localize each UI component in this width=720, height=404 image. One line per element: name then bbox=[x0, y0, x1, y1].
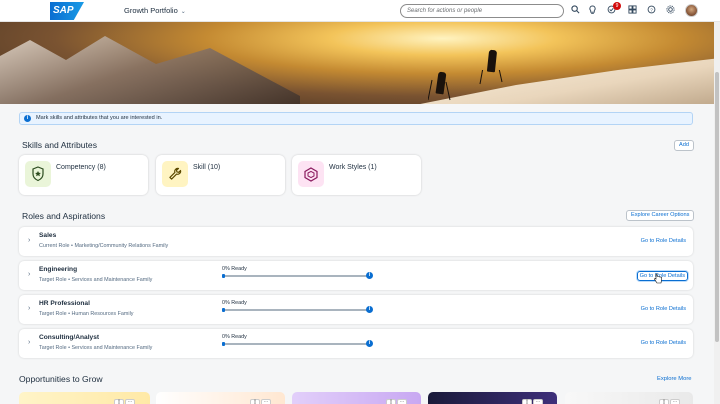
skill-tile[interactable]: Skill (10) bbox=[156, 155, 285, 195]
role-name: Sales bbox=[39, 232, 57, 239]
role-name: Engineering bbox=[39, 266, 78, 273]
page-scrollbar[interactable] bbox=[714, 22, 720, 404]
help-icon[interactable]: ? bbox=[645, 5, 657, 17]
role-subtitle: Target Role • Services and Maintenance F… bbox=[39, 277, 153, 283]
role-name: HR Professional bbox=[39, 300, 90, 307]
info-icon[interactable]: i bbox=[366, 306, 373, 313]
readiness-label: 0% Ready bbox=[222, 266, 247, 272]
role-row-consulting-analyst[interactable]: › Consulting/Analyst Target Role • Servi… bbox=[19, 329, 693, 358]
info-icon: i bbox=[24, 115, 31, 122]
role-subtitle: Target Role • Human Resources Family bbox=[39, 311, 134, 317]
competency-icon-box bbox=[25, 161, 51, 187]
shell-bar: SAP Growth Portfolio ⌄ Search for actions… bbox=[0, 0, 720, 22]
settings-icon[interactable] bbox=[664, 5, 676, 17]
role-row-engineering[interactable]: › Engineering Target Role • Services and… bbox=[19, 261, 693, 290]
more-icon[interactable]: ··· bbox=[125, 399, 135, 404]
apps-icon[interactable] bbox=[626, 5, 638, 17]
work-styles-tile[interactable]: Work Styles (1) bbox=[292, 155, 421, 195]
info-icon[interactable]: i bbox=[366, 272, 373, 279]
scrollbar-thumb[interactable] bbox=[715, 72, 719, 342]
opportunity-card-actions: ▯ ··· bbox=[386, 398, 410, 404]
skill-icon-box bbox=[162, 161, 188, 187]
app-title-menu[interactable]: Growth Portfolio ⌄ bbox=[124, 6, 186, 15]
bookmark-icon[interactable]: ▯ bbox=[386, 399, 396, 404]
readiness-progress-bar bbox=[222, 274, 368, 278]
opportunity-card-actions: ▯ ··· bbox=[250, 398, 274, 404]
explore-more-link[interactable]: Explore More bbox=[657, 376, 691, 382]
progress-fill bbox=[222, 274, 225, 278]
more-icon[interactable]: ··· bbox=[397, 399, 407, 404]
skills-section-title: Skills and Attributes bbox=[22, 140, 97, 150]
hero-banner-image bbox=[0, 22, 714, 104]
shield-star-icon bbox=[32, 166, 44, 182]
chevron-right-icon[interactable]: › bbox=[28, 237, 30, 244]
opportunity-card-actions: ▯ ··· bbox=[522, 398, 546, 404]
readiness-label: 0% Ready bbox=[222, 334, 247, 340]
more-icon[interactable]: ··· bbox=[261, 399, 271, 404]
add-skill-button[interactable]: Add bbox=[674, 140, 694, 151]
more-icon[interactable]: ··· bbox=[533, 399, 543, 404]
go-to-role-details-link[interactable]: Go to Role Details bbox=[636, 271, 688, 281]
search-icon[interactable] bbox=[569, 5, 581, 17]
progress-fill bbox=[222, 308, 225, 312]
role-subtitle: Current Role • Marketing/Community Relat… bbox=[39, 243, 169, 249]
app-title-label: Growth Portfolio bbox=[124, 6, 178, 15]
mountain-range bbox=[0, 36, 300, 104]
climber-figure bbox=[486, 49, 498, 73]
chevron-down-icon: ⌄ bbox=[180, 9, 186, 15]
cube-icon bbox=[304, 167, 318, 182]
opportunities-section-title: Opportunities to Grow bbox=[19, 374, 103, 384]
explore-career-options-button[interactable]: Explore Career Options bbox=[626, 210, 695, 221]
readiness-progress-bar bbox=[222, 308, 368, 312]
work-styles-tile-label: Work Styles (1) bbox=[329, 164, 377, 171]
notifications-icon[interactable]: 9 bbox=[605, 2, 621, 17]
chevron-right-icon[interactable]: › bbox=[28, 271, 30, 278]
go-to-role-details-link[interactable]: Go to Role Details bbox=[639, 237, 688, 245]
search-input[interactable]: Search for actions or people bbox=[400, 4, 564, 18]
role-name: Consulting/Analyst bbox=[39, 334, 100, 341]
work-styles-icon-box bbox=[298, 161, 324, 187]
role-row-sales[interactable]: › Sales Current Role • Marketing/Communi… bbox=[19, 227, 693, 256]
climber-poles bbox=[428, 70, 503, 101]
bookmark-icon[interactable]: ▯ bbox=[114, 399, 124, 404]
more-icon[interactable]: ··· bbox=[670, 399, 680, 404]
sap-logo[interactable]: SAP bbox=[50, 2, 84, 20]
bookmark-icon[interactable]: ▯ bbox=[522, 399, 532, 404]
info-message-text: Mark skills and attributes that you are … bbox=[36, 115, 163, 121]
competency-tile-label: Competency (8) bbox=[56, 164, 106, 171]
info-icon[interactable]: i bbox=[366, 340, 373, 347]
roles-section-title: Roles and Aspirations bbox=[22, 211, 106, 221]
opportunity-card-actions: ▯ ··· bbox=[659, 398, 683, 404]
skill-tile-label: Skill (10) bbox=[193, 164, 221, 171]
wrench-icon bbox=[169, 167, 182, 180]
go-to-role-details-link[interactable]: Go to Role Details bbox=[639, 305, 688, 313]
avatar[interactable] bbox=[685, 4, 698, 17]
role-subtitle: Target Role • Services and Maintenance F… bbox=[39, 345, 153, 351]
hand-cursor-icon bbox=[654, 273, 662, 284]
bookmark-icon[interactable]: ▯ bbox=[659, 399, 669, 404]
opportunity-card-actions: ▯ ··· bbox=[114, 398, 138, 404]
info-message-strip: i Mark skills and attributes that you ar… bbox=[19, 112, 693, 125]
readiness-label: 0% Ready bbox=[222, 300, 247, 306]
readiness-progress-bar bbox=[222, 342, 368, 346]
competency-tile[interactable]: Competency (8) bbox=[19, 155, 148, 195]
notification-badge: 9 bbox=[613, 2, 621, 10]
chevron-right-icon[interactable]: › bbox=[28, 339, 30, 346]
lightbulb-icon[interactable] bbox=[586, 5, 598, 17]
svg-text:?: ? bbox=[650, 7, 653, 12]
go-to-role-details-link[interactable]: Go to Role Details bbox=[639, 339, 688, 347]
progress-fill bbox=[222, 342, 225, 346]
role-row-hr-professional[interactable]: › HR Professional Target Role • Human Re… bbox=[19, 295, 693, 324]
chevron-right-icon[interactable]: › bbox=[28, 305, 30, 312]
bookmark-icon[interactable]: ▯ bbox=[250, 399, 260, 404]
